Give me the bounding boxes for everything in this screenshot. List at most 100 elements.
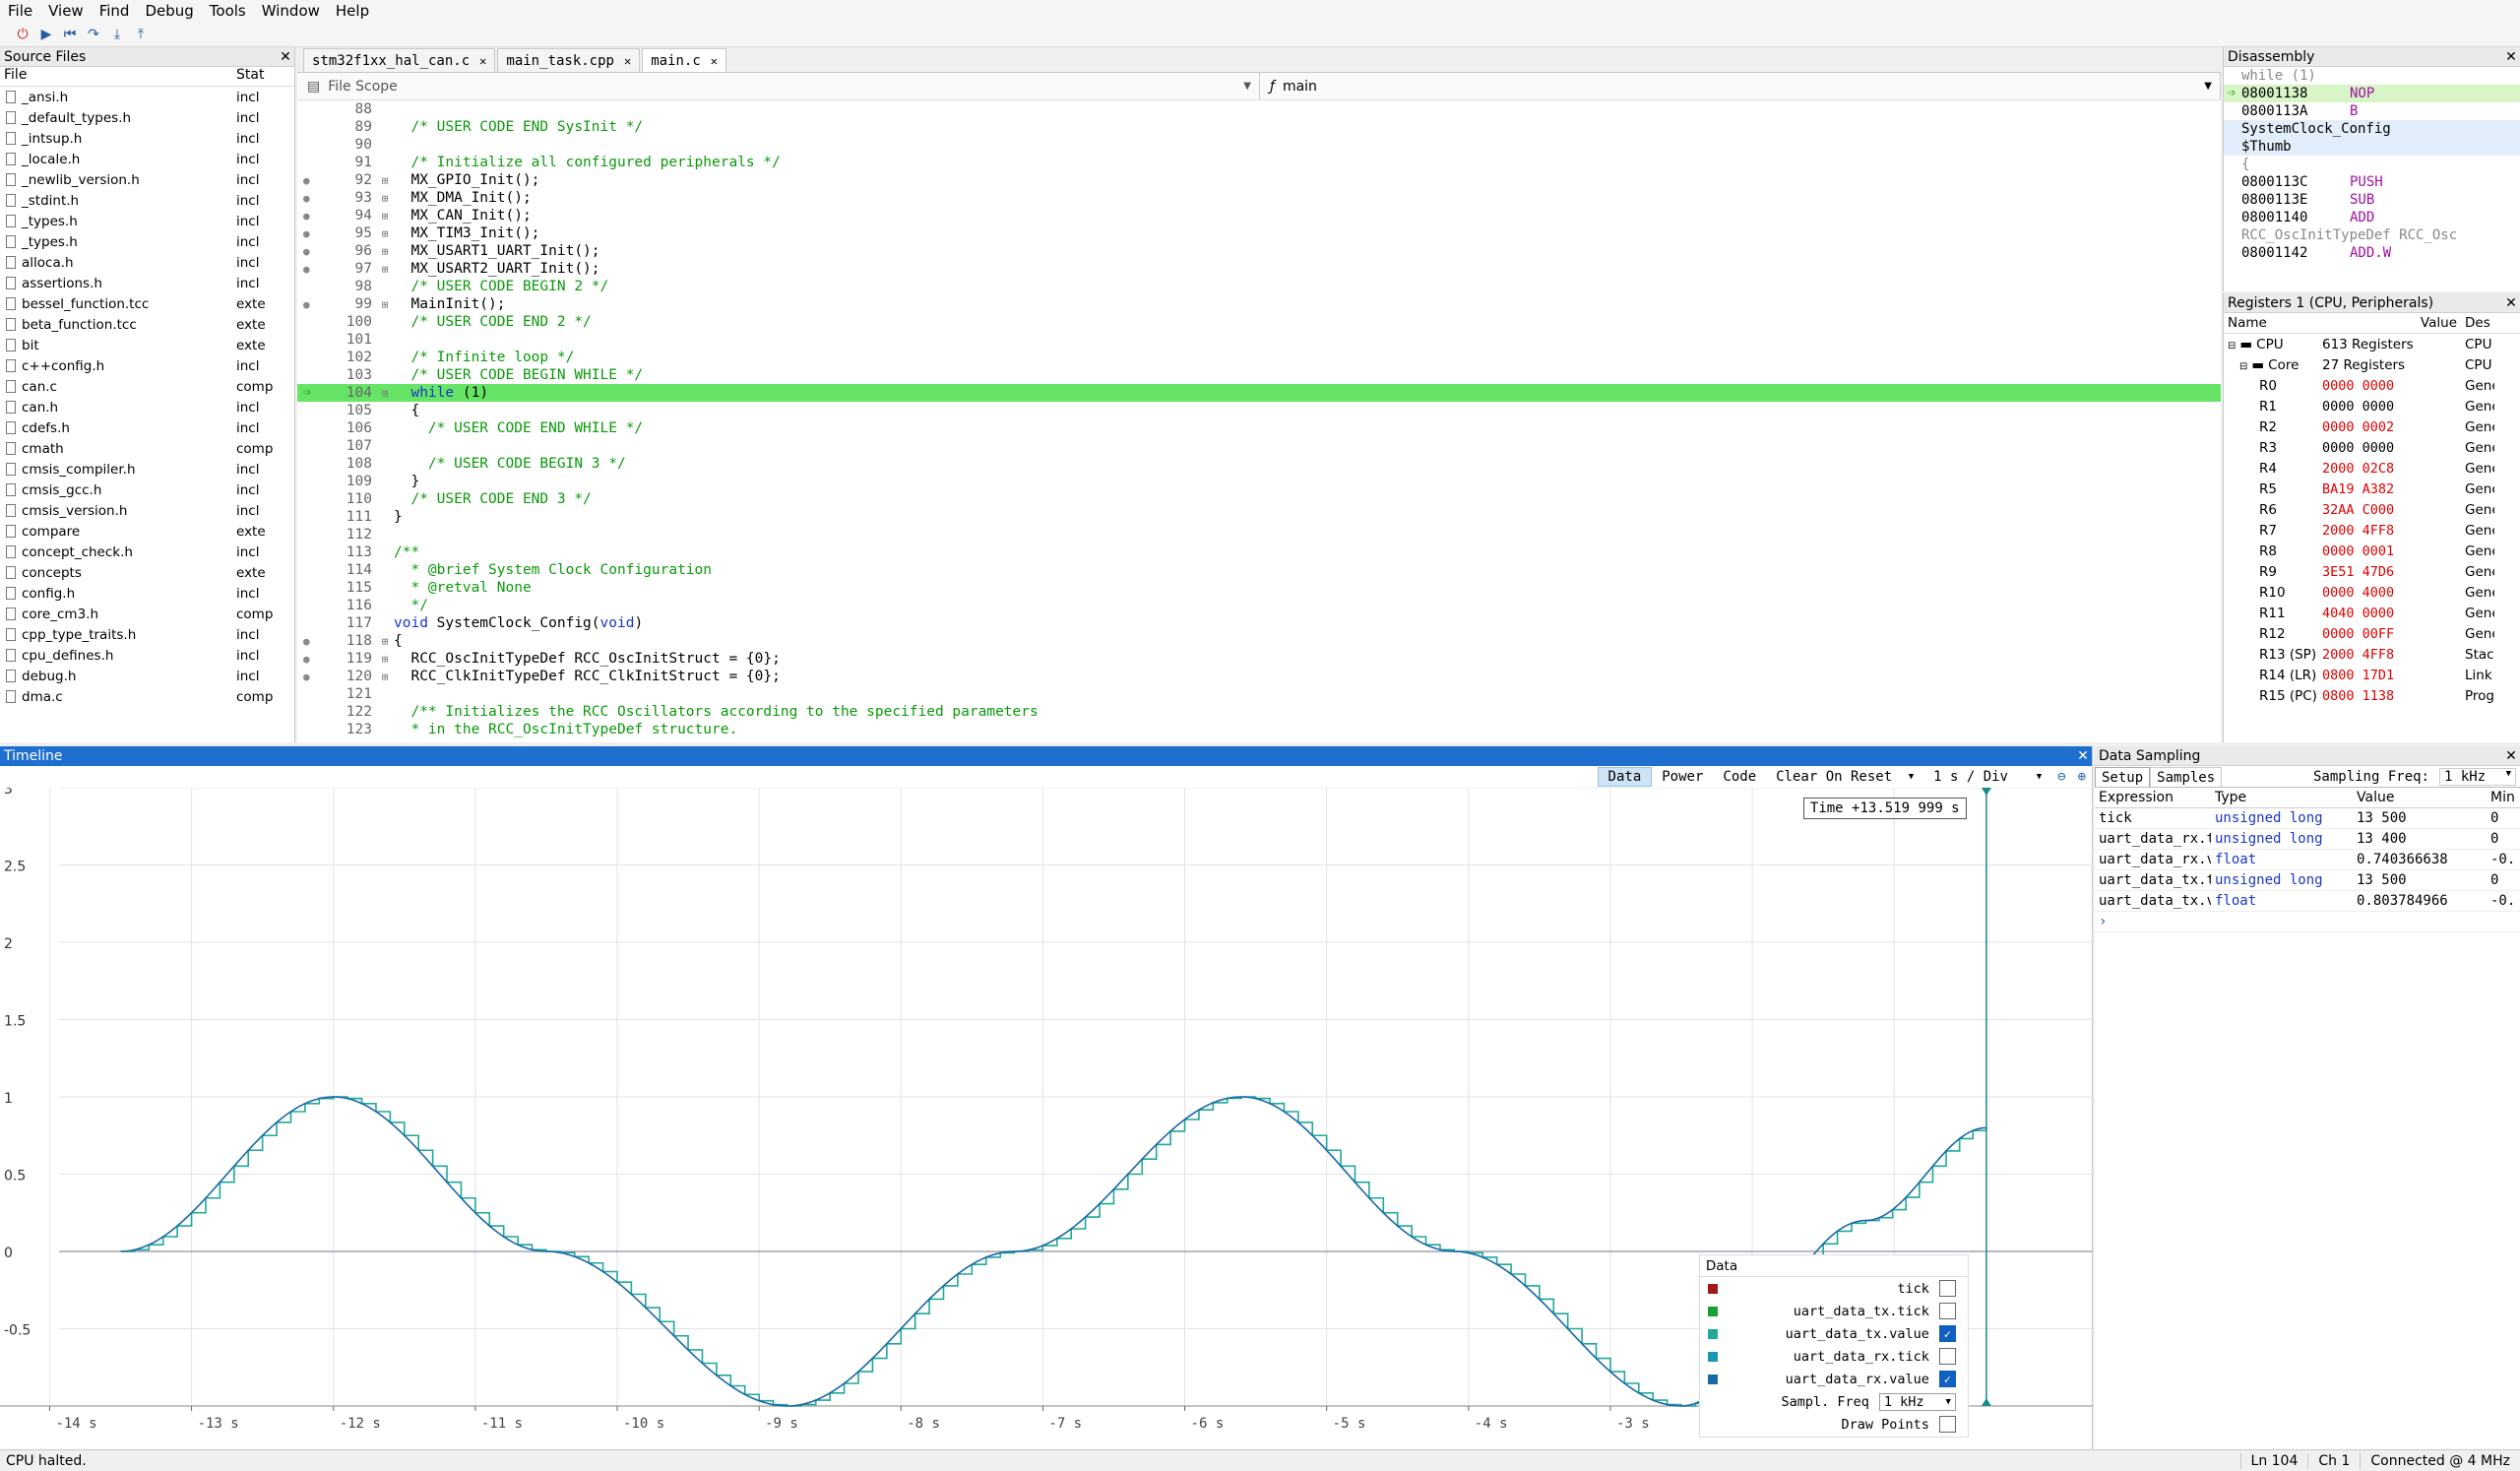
list-item[interactable]: _stdint.h incl bbox=[0, 190, 294, 211]
col-name[interactable]: Name bbox=[2224, 315, 2322, 331]
breakpoint-dot-icon[interactable]: ● bbox=[303, 174, 310, 187]
tab-data[interactable]: Data bbox=[1597, 767, 1653, 787]
list-item[interactable]: cmsis_version.h incl bbox=[0, 500, 294, 521]
list-item[interactable]: cmath comp bbox=[0, 438, 294, 459]
menu-debug[interactable]: Debug bbox=[137, 2, 201, 20]
tab-code[interactable]: Code bbox=[1713, 767, 1766, 787]
col-expression[interactable]: Expression bbox=[2095, 790, 2211, 805]
table-row[interactable]: ⊟ ▬ CPU 613 Registers CPU bbox=[2224, 334, 2520, 354]
disassembly-row[interactable]: SystemClock_Config bbox=[2224, 120, 2520, 138]
tab-file[interactable]: stm32f1xx_hal_can.c ✕ bbox=[303, 48, 496, 72]
table-row[interactable]: uart_data_rx.v float 0.740366638 -0. bbox=[2095, 850, 2520, 870]
tree-collapse-icon[interactable]: ⊟ bbox=[2239, 361, 2247, 372]
menu-view[interactable]: View bbox=[40, 2, 92, 20]
table-row[interactable]: R7 2000 4FF8 Gene bbox=[2224, 520, 2520, 541]
fold-icon[interactable]: ⊞ bbox=[376, 671, 394, 683]
code-area[interactable]: 88 89 /* USER CODE END SysInit */90 91 /* … bbox=[297, 100, 2221, 740]
list-item[interactable]: cmsis_gcc.h incl bbox=[0, 480, 294, 500]
list-item[interactable]: _locale.h incl bbox=[0, 149, 294, 169]
disassembly-row[interactable]: RCC_OscInitTypeDef RCC_Osc bbox=[2224, 226, 2520, 244]
sampling-freq-select[interactable]: 1 kHz ▼ bbox=[2439, 768, 2516, 786]
disassembly-row[interactable]: 08001140 ADD bbox=[2224, 209, 2520, 226]
table-row[interactable]: R13 (SP) 2000 4FF8 Stac bbox=[2224, 644, 2520, 665]
sampling-add-row[interactable]: › bbox=[2095, 912, 2520, 932]
list-item[interactable]: compare exte bbox=[0, 521, 294, 542]
list-item[interactable]: _newlib_version.h incl bbox=[0, 169, 294, 190]
fold-icon[interactable]: ⊞ bbox=[376, 210, 394, 223]
breakpoint-dot-icon[interactable]: ● bbox=[303, 263, 310, 276]
freq-select[interactable]: 1 kHz ▼ bbox=[1878, 1392, 1956, 1411]
close-icon[interactable]: ✕ bbox=[2502, 295, 2520, 311]
breakpoint-dot-icon[interactable]: ● bbox=[303, 210, 310, 223]
list-item[interactable]: cpp_type_traits.h incl bbox=[0, 624, 294, 645]
clear-mode-select[interactable]: Clear On Reset ▼ bbox=[1766, 767, 1923, 787]
list-item[interactable]: cpu_defines.h incl bbox=[0, 645, 294, 666]
col-min[interactable]: Min bbox=[2487, 790, 2516, 805]
table-row[interactable]: R10 0000 4000 Gene bbox=[2224, 582, 2520, 603]
breakpoint-dot-icon[interactable]: ● bbox=[303, 635, 310, 648]
col-value[interactable]: Value bbox=[2353, 790, 2487, 805]
list-item[interactable]: concept_check.h incl bbox=[0, 542, 294, 562]
tab-samples[interactable]: Samples bbox=[2150, 767, 2223, 787]
menu-tools[interactable]: Tools bbox=[202, 2, 254, 20]
table-row[interactable]: uart_data_tx.v float 0.803784966 -0. bbox=[2095, 891, 2520, 912]
breakpoint-dot-icon[interactable]: ● bbox=[303, 671, 310, 683]
list-item[interactable]: bit exte bbox=[0, 335, 294, 355]
close-icon[interactable]: ✕ bbox=[2502, 748, 2520, 764]
menu-window[interactable]: Window bbox=[254, 2, 328, 20]
breakpoint-dot-icon[interactable]: ● bbox=[303, 227, 310, 240]
col-value[interactable]: Value bbox=[2322, 315, 2465, 331]
table-row[interactable]: R11 4040 0000 Gene bbox=[2224, 603, 2520, 623]
breakpoint-dot-icon[interactable]: ● bbox=[303, 245, 310, 258]
tab-file[interactable]: main_task.cpp ✕ bbox=[497, 48, 641, 72]
power-icon[interactable]: ⏻ bbox=[14, 26, 32, 43]
list-item[interactable]: bessel_function.tcc exte bbox=[0, 293, 294, 314]
fold-icon[interactable]: ⊞ bbox=[376, 192, 394, 205]
function-select[interactable]: ƒ main ▼ bbox=[1260, 73, 2221, 99]
div-select[interactable]: 1 s / Div ▼ bbox=[1923, 767, 2051, 787]
list-item[interactable]: c++config.h incl bbox=[0, 355, 294, 376]
disassembly-row[interactable]: 0800113A B bbox=[2224, 102, 2520, 120]
close-icon[interactable]: ✕ bbox=[479, 54, 486, 68]
list-item[interactable]: debug.h incl bbox=[0, 666, 294, 686]
menu-help[interactable]: Help bbox=[328, 2, 377, 20]
col-status[interactable]: Stat bbox=[236, 67, 285, 86]
table-row[interactable]: R15 (PC) 0800 1138 Prog bbox=[2224, 685, 2520, 706]
list-item[interactable]: _types.h incl bbox=[0, 231, 294, 252]
disassembly-row[interactable]: { bbox=[2224, 156, 2520, 173]
legend-checkbox[interactable] bbox=[1938, 1348, 1956, 1365]
list-item[interactable]: config.h incl bbox=[0, 583, 294, 604]
draw-points-checkbox[interactable] bbox=[1938, 1416, 1956, 1433]
table-row[interactable]: R2 0000 0002 Gene bbox=[2224, 416, 2520, 437]
fold-icon[interactable]: ⊞ bbox=[376, 227, 394, 240]
legend-checkbox[interactable]: ✓ bbox=[1938, 1371, 1956, 1387]
col-type[interactable]: Type bbox=[2211, 790, 2353, 805]
legend-checkbox[interactable]: ✓ bbox=[1938, 1325, 1956, 1342]
list-item[interactable]: assertions.h incl bbox=[0, 273, 294, 293]
table-row[interactable]: ⊟ ▬ Core 27 Registers CPU bbox=[2224, 354, 2520, 375]
legend-checkbox[interactable] bbox=[1938, 1303, 1956, 1319]
breakpoint-dot-icon[interactable]: ● bbox=[303, 653, 310, 666]
disassembly-row[interactable]: while (1) bbox=[2224, 67, 2520, 85]
menu-file[interactable]: File bbox=[0, 2, 40, 20]
fold-icon[interactable]: ⊞ bbox=[376, 298, 394, 311]
fold-icon[interactable]: ⊞ bbox=[376, 174, 394, 187]
list-item[interactable]: concepts exte bbox=[0, 562, 294, 583]
play-icon[interactable]: ▶ bbox=[37, 26, 55, 43]
close-icon[interactable]: ✕ bbox=[2502, 49, 2520, 65]
timeline-plot[interactable]: -14 s -13 s -12 s -11 s -10 s -9 s -8 s -7 s -6 … bbox=[0, 782, 2093, 1438]
fold-icon[interactable]: ⊞ bbox=[376, 653, 394, 666]
list-item[interactable]: alloca.h incl bbox=[0, 252, 294, 273]
fold-icon[interactable]: ⊞ bbox=[376, 263, 394, 276]
list-item[interactable]: can.c comp bbox=[0, 376, 294, 397]
breakpoint-dot-icon[interactable]: ● bbox=[303, 192, 310, 205]
disassembly-row[interactable]: 0800113E SUB bbox=[2224, 191, 2520, 209]
list-item[interactable]: _types.h incl bbox=[0, 211, 294, 231]
table-row[interactable]: R12 0000 00FF Gene bbox=[2224, 623, 2520, 644]
disassembly-row[interactable]: 0800113C PUSH bbox=[2224, 173, 2520, 191]
disassembly-row[interactable]: 08001142 ADD.W bbox=[2224, 244, 2520, 262]
table-row[interactable]: uart_data_tx.t unsigned long 13 500 0 bbox=[2095, 870, 2520, 891]
table-row[interactable]: R14 (LR) 0800 17D1 Link bbox=[2224, 665, 2520, 685]
table-row[interactable]: tick unsigned long 13 500 0 bbox=[2095, 808, 2520, 829]
col-desc[interactable]: Des bbox=[2465, 315, 2494, 331]
